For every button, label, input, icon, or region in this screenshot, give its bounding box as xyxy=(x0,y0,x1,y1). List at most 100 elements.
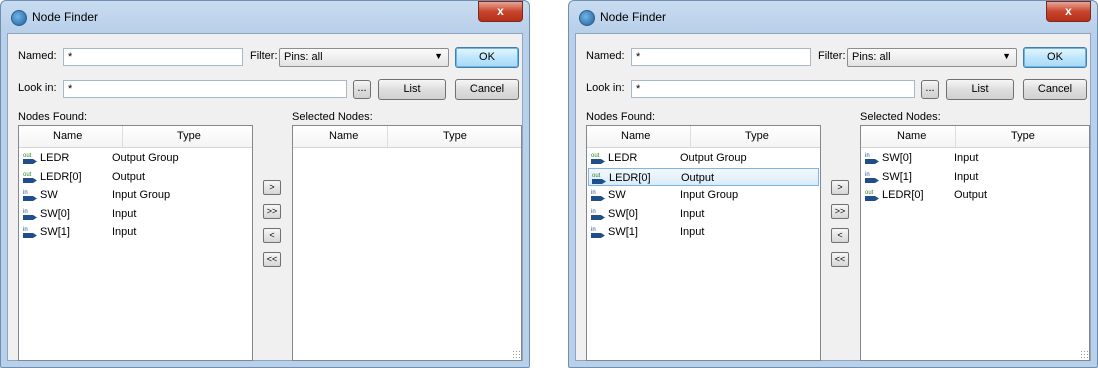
svg-text:out: out xyxy=(592,173,601,179)
node-type: Input xyxy=(680,226,705,238)
dialog-body: Named: * Filter: Pins: all ▼ OK Look in:… xyxy=(575,33,1091,361)
filter-select-value: Pins: all xyxy=(284,51,323,63)
look-in-label: Look in: xyxy=(586,82,625,94)
node-finder-dialog-right: Node Finder x Named: * Filter: Pins: all… xyxy=(568,0,1098,368)
input-pin-icon: in xyxy=(591,207,609,221)
remove-all-button[interactable]: << xyxy=(263,252,281,267)
title-bar[interactable]: Node Finder x xyxy=(569,1,1097,33)
remove-all-button[interactable]: << xyxy=(831,252,849,267)
column-header-type[interactable]: Type xyxy=(1011,130,1035,142)
named-label: Named: xyxy=(586,50,625,62)
resize-grip-icon[interactable] xyxy=(512,350,520,358)
column-divider[interactable] xyxy=(387,126,388,147)
list-item[interactable]: out LEDR[0] Output xyxy=(20,168,251,186)
node-name: LEDR xyxy=(608,152,638,164)
close-button[interactable]: x xyxy=(1046,1,1091,22)
svg-text:in: in xyxy=(23,209,28,215)
list-item[interactable]: in SW[1] Input xyxy=(20,223,251,241)
input-pin-icon: in xyxy=(591,188,609,202)
node-finder-dialog-left: Node Finder x Named: * Filter: Pins: all… xyxy=(0,0,530,368)
filter-select-value: Pins: all xyxy=(852,51,891,63)
column-header-name[interactable]: Name xyxy=(53,130,82,142)
list-item[interactable]: in SW[1] Input xyxy=(862,168,1088,186)
nodes-found-list[interactable]: Name Type out LEDR Output Group out LEDR[0] O… xyxy=(18,125,253,361)
add-selected-button[interactable]: > xyxy=(263,180,281,195)
resize-grip-icon[interactable] xyxy=(1080,350,1088,358)
close-button[interactable]: x xyxy=(478,1,523,22)
chevron-down-icon: ▼ xyxy=(434,51,443,61)
ok-button[interactable]: OK xyxy=(1023,47,1087,68)
svg-text:in: in xyxy=(591,190,596,196)
window-title: Node Finder xyxy=(32,10,99,24)
column-divider[interactable] xyxy=(690,126,691,147)
nodes-found-label: Nodes Found: xyxy=(18,111,88,123)
column-header-type[interactable]: Type xyxy=(177,130,201,142)
node-type: Input xyxy=(954,152,979,164)
output-pin-icon: out xyxy=(23,151,41,165)
list-item[interactable]: in SW Input Group xyxy=(20,186,251,204)
column-header-name[interactable]: Name xyxy=(897,130,926,142)
filter-label: Filter: xyxy=(250,50,278,62)
list-item[interactable]: in SW[0] Input xyxy=(20,205,251,223)
look-in-input[interactable]: * xyxy=(63,80,347,98)
named-input[interactable]: * xyxy=(631,48,811,66)
list-item[interactable]: in SW[0] Input xyxy=(588,205,819,223)
title-bar[interactable]: Node Finder x xyxy=(1,1,529,33)
node-name: SW[1] xyxy=(40,226,70,238)
node-type: Output xyxy=(681,171,715,184)
look-in-input[interactable]: * xyxy=(631,80,915,98)
node-type: Input xyxy=(954,170,979,183)
filter-select[interactable]: Pins: all ▼ xyxy=(847,48,1017,67)
app-icon xyxy=(579,10,595,26)
node-name: SW[1] xyxy=(608,226,638,238)
look-in-label: Look in: xyxy=(18,82,57,94)
filter-select[interactable]: Pins: all ▼ xyxy=(279,48,449,67)
column-header-name[interactable]: Name xyxy=(621,130,650,142)
list-button[interactable]: List xyxy=(378,79,446,100)
dialog-body: Named: * Filter: Pins: all ▼ OK Look in:… xyxy=(7,33,523,361)
list-header: Name Type xyxy=(293,126,521,148)
named-input[interactable]: * xyxy=(63,48,243,66)
output-pin-icon: out xyxy=(865,188,883,202)
column-divider[interactable] xyxy=(955,126,956,147)
list-item[interactable]: in SW[1] Input xyxy=(588,223,819,241)
list-item[interactable]: in SW[0] Input xyxy=(862,149,1088,167)
remove-selected-button[interactable]: < xyxy=(263,228,281,243)
list-item[interactable]: in SW Input Group xyxy=(588,186,819,204)
list-item[interactable]: out LEDR Output Group xyxy=(588,149,819,167)
cancel-button[interactable]: Cancel xyxy=(1023,79,1087,100)
add-all-button[interactable]: >> xyxy=(263,204,281,219)
node-name: LEDR[0] xyxy=(40,170,82,183)
add-selected-button[interactable]: > xyxy=(831,180,849,195)
input-pin-icon: in xyxy=(591,225,609,239)
remove-selected-button[interactable]: < xyxy=(831,228,849,243)
list-item[interactable]: out LEDR[0] Output xyxy=(862,186,1088,204)
column-header-name[interactable]: Name xyxy=(329,130,358,142)
node-name: LEDR xyxy=(40,152,70,164)
svg-text:in: in xyxy=(23,190,28,196)
column-header-type[interactable]: Type xyxy=(745,130,769,142)
nodes-found-list[interactable]: Name Type out LEDR Output Group out LEDR[0] O… xyxy=(586,125,821,361)
node-name: SW[0] xyxy=(40,207,70,220)
column-divider[interactable] xyxy=(122,126,123,147)
cancel-button[interactable]: Cancel xyxy=(455,79,519,100)
add-all-button[interactable]: >> xyxy=(831,204,849,219)
svg-text:in: in xyxy=(591,227,596,233)
output-pin-icon: out xyxy=(591,151,609,165)
svg-text:out: out xyxy=(23,153,32,159)
browse-button[interactable]: ... xyxy=(353,80,371,99)
svg-text:out: out xyxy=(591,153,600,159)
selected-nodes-list[interactable]: Name Type in SW[0] Input in SW[1] Input out LED… xyxy=(860,125,1090,361)
column-header-type[interactable]: Type xyxy=(443,130,467,142)
list-item[interactable]: out LEDR[0] Output xyxy=(588,167,819,186)
node-type: Output Group xyxy=(680,152,747,164)
nodes-found-label: Nodes Found: xyxy=(586,111,656,123)
list-button[interactable]: List xyxy=(946,79,1014,100)
ok-button[interactable]: OK xyxy=(455,47,519,68)
selected-nodes-list[interactable]: Name Type xyxy=(292,125,522,361)
svg-text:in: in xyxy=(865,153,870,159)
list-item[interactable]: out LEDR Output Group xyxy=(20,149,251,167)
node-type: Output xyxy=(112,170,146,183)
node-type: Input xyxy=(112,226,137,238)
browse-button[interactable]: ... xyxy=(921,80,939,99)
